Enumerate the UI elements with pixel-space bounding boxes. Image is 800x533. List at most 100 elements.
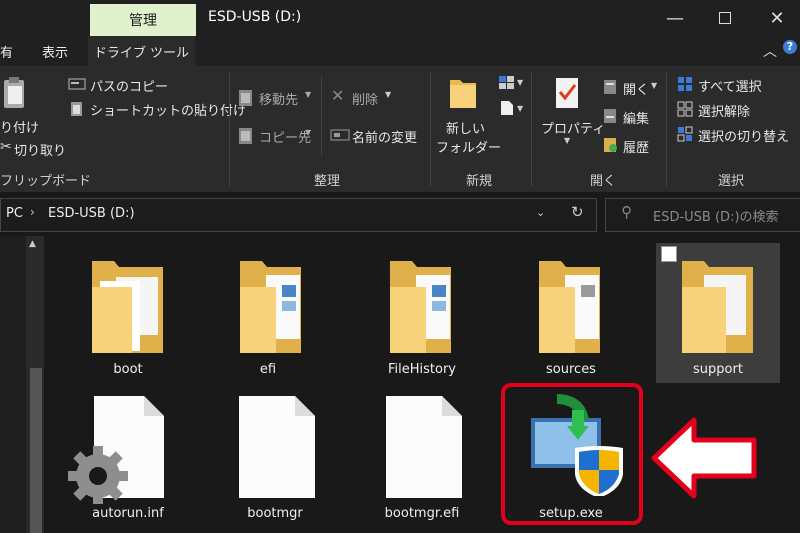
help-icon[interactable]: ? <box>783 40 797 54</box>
item-checkbox[interactable] <box>661 246 677 262</box>
breadcrumb-chevron-icon: › <box>30 205 35 219</box>
history-button[interactable]: 履歴 <box>623 137 649 156</box>
refresh-icon[interactable]: ↻ <box>571 203 584 221</box>
copy-path-button[interactable]: パスのコピー <box>90 76 168 95</box>
new-folder-icon <box>450 80 476 108</box>
properties-button[interactable]: プロパティ <box>541 118 605 137</box>
folder-item-filehistory[interactable]: FileHistory <box>352 243 492 383</box>
item-label: boot <box>113 362 143 377</box>
move-to-dropdown-icon: ▼ <box>305 90 312 99</box>
maximize-button[interactable] <box>700 0 750 36</box>
item-label: support <box>693 362 743 377</box>
item-label: bootmgr <box>247 506 303 521</box>
ribbon-separator <box>666 72 667 186</box>
new-item-icon[interactable] <box>498 75 516 91</box>
ribbon-separator <box>430 72 431 186</box>
copy-to-icon <box>239 128 252 144</box>
invert-selection-button[interactable]: 選択の切り替え <box>698 126 789 145</box>
folder-item-boot[interactable]: boot <box>58 243 198 383</box>
delete-icon: ✕ <box>331 86 345 105</box>
open-icon <box>604 80 616 94</box>
rename-button[interactable]: 名前の変更 <box>352 127 417 146</box>
delete-button[interactable]: 削除 <box>352 89 378 108</box>
search-placeholder[interactable]: ESD-USB (D:)の検索 <box>653 206 779 225</box>
invert-selection-icon <box>677 126 693 142</box>
new-folder-button-line1[interactable]: 新しい <box>446 118 485 137</box>
file-item-bootmgr-efi[interactable]: bootmgr.efi <box>352 388 492 528</box>
select-none-icon <box>677 101 693 117</box>
edit-button[interactable]: 編集 <box>623 108 649 127</box>
cut-icon: ✂ <box>0 139 12 155</box>
select-all-button[interactable]: すべて選択 <box>698 76 762 95</box>
tab-file[interactable]: 有 <box>0 42 13 61</box>
file-item-autorun[interactable]: autorun.inf <box>58 388 198 528</box>
search-icon: ⚲ <box>621 203 632 221</box>
paste-icon <box>4 77 24 108</box>
group-label-new: 新規 <box>466 174 493 189</box>
context-tab-manage[interactable]: 管理 <box>90 4 196 36</box>
ribbon-separator <box>321 76 322 156</box>
red-arrow-icon <box>651 417 757 499</box>
move-to-icon <box>239 90 252 106</box>
item-label: bootmgr.efi <box>384 506 460 521</box>
paste-shortcut-button[interactable]: ショートカットの貼り付け <box>90 100 246 119</box>
highlight-box <box>501 383 643 525</box>
edit-icon <box>604 109 616 123</box>
paste-button[interactable]: り付け <box>0 117 39 136</box>
file-item-bootmgr[interactable]: bootmgr <box>205 388 345 528</box>
paste-shortcut-icon <box>71 102 82 116</box>
folder-item-support[interactable]: support <box>656 243 780 383</box>
item-label: autorun.inf <box>92 506 164 521</box>
group-label-open: 開く <box>590 174 617 189</box>
select-none-button[interactable]: 選択解除 <box>698 101 750 120</box>
folder-icon <box>539 261 600 353</box>
cut-button[interactable]: 切り取り <box>14 140 66 159</box>
easy-access-dropdown-icon: ▼ <box>517 104 524 113</box>
folder-icon <box>240 261 301 353</box>
breadcrumb-drive[interactable]: ESD-USB (D:) <box>48 206 135 221</box>
group-label-select: 選択 <box>718 174 745 189</box>
ribbon-separator <box>229 72 230 186</box>
close-button[interactable]: ✕ <box>752 0 800 36</box>
properties-icon <box>556 78 578 108</box>
delete-dropdown-icon: ▼ <box>385 90 392 99</box>
scroll-up-icon[interactable]: ▲ <box>29 239 36 249</box>
ribbon-separator <box>531 72 532 186</box>
folder-icon <box>682 261 753 353</box>
close-icon: ✕ <box>769 7 785 29</box>
move-to-button[interactable]: 移動先 <box>259 89 298 108</box>
folder-icon <box>92 261 163 353</box>
tab-drive-tools[interactable]: ドライブ ツール <box>88 36 195 66</box>
folder-icon <box>390 261 451 353</box>
open-dropdown-icon: ▼ <box>651 81 658 90</box>
history-icon <box>604 138 617 152</box>
minimize-button[interactable]: — <box>650 0 700 36</box>
window-title: ESD-USB (D:) <box>208 9 302 25</box>
group-label-clipboard: フリップボード <box>0 174 92 189</box>
item-label: sources <box>546 362 596 377</box>
copy-path-icon <box>68 78 86 90</box>
scrollbar-thumb[interactable] <box>30 368 42 533</box>
collapse-ribbon-icon[interactable]: ︿ <box>763 41 777 61</box>
copy-to-button[interactable]: コピー先 <box>259 127 311 146</box>
select-all-icon <box>678 77 692 91</box>
rename-icon <box>330 129 350 141</box>
breadcrumb-pc[interactable]: PC <box>6 206 23 221</box>
copy-to-dropdown-icon: ▼ <box>305 128 312 137</box>
file-icon <box>239 396 315 498</box>
new-folder-button-line2[interactable]: フォルダー <box>436 137 501 156</box>
tab-view[interactable]: 表示 <box>42 42 68 61</box>
maximize-icon <box>719 12 731 24</box>
open-button[interactable]: 開く <box>623 79 649 98</box>
properties-dropdown-icon: ▼ <box>564 136 571 145</box>
folder-item-efi[interactable]: efi <box>198 243 338 383</box>
minimize-icon: — <box>666 7 684 29</box>
item-label: FileHistory <box>387 362 456 377</box>
address-history-dropdown-icon[interactable]: ⌄ <box>536 206 545 219</box>
folder-item-sources[interactable]: sources <box>501 243 641 383</box>
settings-file-icon <box>68 396 164 504</box>
group-label-organize: 整理 <box>314 174 341 189</box>
new-item-dropdown-icon: ▼ <box>517 78 524 87</box>
easy-access-icon[interactable] <box>500 100 514 116</box>
file-icon <box>386 396 462 498</box>
